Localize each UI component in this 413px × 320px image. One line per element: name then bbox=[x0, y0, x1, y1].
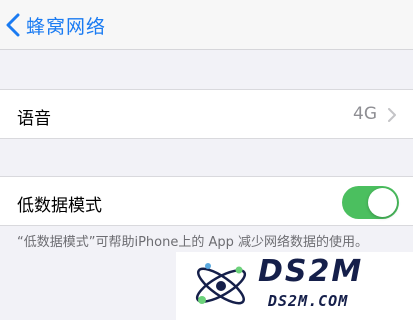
watermark: DS2M DS2M.COM bbox=[176, 252, 413, 320]
watermark-subtitle: DS2M.COM bbox=[268, 292, 349, 310]
back-button[interactable]: 蜂窝网络 bbox=[6, 12, 106, 38]
chevron-left-icon bbox=[6, 13, 20, 37]
navigation-bar: 蜂窝网络 bbox=[0, 0, 413, 50]
watermark-title: DS2M bbox=[258, 254, 364, 289]
chevron-right-icon bbox=[388, 108, 396, 122]
toggle-knob bbox=[368, 188, 397, 217]
voice-row[interactable]: 语音 4G bbox=[0, 89, 413, 139]
low-data-mode-toggle[interactable] bbox=[342, 186, 399, 219]
atom-logo-icon bbox=[195, 263, 247, 305]
low-data-mode-label: 低数据模式 bbox=[17, 196, 102, 216]
voice-value: 4G bbox=[353, 104, 377, 124]
low-data-mode-row: 低数据模式 bbox=[0, 176, 413, 226]
back-button-label: 蜂窝网络 bbox=[26, 15, 107, 38]
low-data-mode-footnote: “低数据模式”可帮助iPhone上的 App 减少网络数据的使用。 bbox=[17, 235, 369, 250]
voice-label: 语音 bbox=[17, 109, 51, 129]
